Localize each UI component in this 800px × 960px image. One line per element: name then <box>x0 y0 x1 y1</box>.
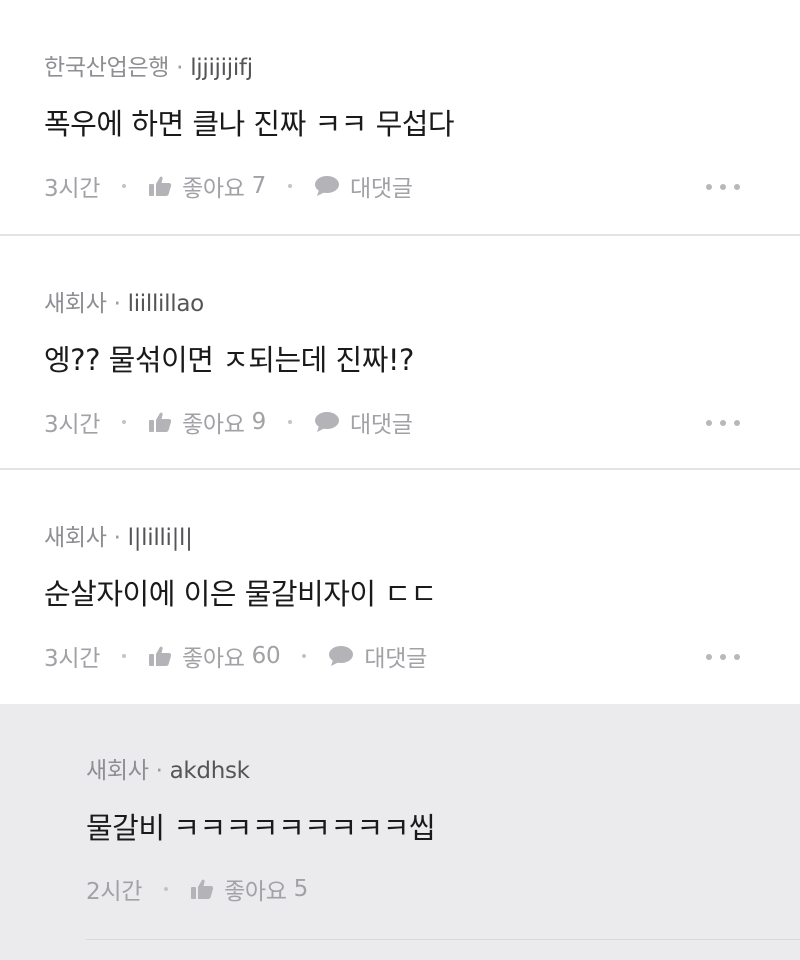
reply-button[interactable]: 대댓글 <box>314 405 413 439</box>
company-name: 새회사 <box>44 525 107 551</box>
more-dot <box>720 420 726 426</box>
like-label: 좋아요 <box>224 879 287 905</box>
more-button[interactable] <box>706 419 740 427</box>
separator-dot-icon <box>122 420 127 424</box>
like-count: 9 <box>251 409 267 435</box>
comment-item: 새회사 · liillillao 엥?? 물섞이면 ㅈ되는데 진짜!? 3시간 좋아… <box>0 236 800 470</box>
comment-time: 3시간 <box>44 176 101 202</box>
like-button[interactable]: 좋아요 9 <box>148 405 266 439</box>
username[interactable]: liillillao <box>128 291 205 317</box>
comment-meta: 새회사 · l|lilli|l| <box>44 518 193 552</box>
reply-text: 물갈비 ㅋㅋㅋㅋㅋㅋㅋㅋㅋ씹 <box>86 811 436 845</box>
comment-item: 새회사 · l|lilli|l| 순살자이에 이은 물갈비자이 ㄷㄷ 3시간 좋아요… <box>0 470 800 704</box>
reply-actions: 2시간 좋아요 5 <box>86 872 308 906</box>
reply-button[interactable]: 대댓글 <box>314 169 413 203</box>
separator-dot: · <box>113 525 121 551</box>
speech-bubble-icon <box>329 646 354 666</box>
like-label: 좋아요 <box>182 176 245 202</box>
more-button[interactable] <box>706 653 740 661</box>
reply-label: 대댓글 <box>350 176 413 202</box>
more-dot <box>734 654 740 660</box>
more-dot <box>734 420 740 426</box>
separator-dot: · <box>176 55 184 81</box>
comment-actions: 3시간 좋아요 9 대댓글 <box>44 405 413 439</box>
more-button[interactable] <box>706 183 740 191</box>
separator-dot-icon <box>122 184 127 188</box>
separator-dot-icon <box>302 654 307 658</box>
divider <box>86 939 800 940</box>
separator-dot-icon <box>164 887 169 891</box>
thumbs-up-icon <box>149 176 172 196</box>
reply-meta: 새회사 · akdhsk <box>86 751 250 785</box>
speech-bubble-icon <box>315 412 340 432</box>
separator-dot-icon <box>288 184 293 188</box>
comment-text: 폭우에 하면 클나 진짜 ㅋㅋ 무섭다 <box>44 107 455 141</box>
more-dots-icon <box>706 420 712 426</box>
more-dot <box>734 184 740 190</box>
company-name: 한국산업은행 <box>44 55 170 81</box>
like-count: 7 <box>251 173 267 199</box>
thumbs-up-icon <box>149 412 172 432</box>
comment-time: 3시간 <box>44 412 101 438</box>
reply-label: 대댓글 <box>364 646 427 672</box>
like-button[interactable]: 좋아요 60 <box>148 639 281 673</box>
comment-item: 한국산업은행 · ljjijijifj 폭우에 하면 클나 진짜 ㅋㅋ 무섭다 3시… <box>0 0 800 236</box>
reply-label: 대댓글 <box>350 412 413 438</box>
comment-actions: 3시간 좋아요 7 대댓글 <box>44 169 413 203</box>
company-name: 새회사 <box>44 291 107 317</box>
username[interactable]: akdhsk <box>170 758 250 784</box>
separator-dot: · <box>155 758 163 784</box>
like-label: 좋아요 <box>182 646 245 672</box>
separator-dot-icon <box>288 420 293 424</box>
separator-dot: · <box>113 291 121 317</box>
comment-meta: 새회사 · liillillao <box>44 284 204 318</box>
more-dot <box>720 184 726 190</box>
username[interactable]: l|lilli|l| <box>128 525 193 551</box>
separator-dot-icon <box>122 654 127 658</box>
thumbs-up-icon <box>191 879 214 899</box>
like-count: 5 <box>293 876 309 902</box>
thumbs-up-icon <box>149 646 172 666</box>
more-dots-icon <box>706 184 712 190</box>
reply-time: 2시간 <box>86 879 143 905</box>
more-dots-icon <box>706 654 712 660</box>
like-count: 60 <box>251 643 281 669</box>
reply-button[interactable]: 대댓글 <box>328 639 427 673</box>
comment-meta: 한국산업은행 · ljjijijifj <box>44 48 253 82</box>
like-button[interactable]: 좋아요 7 <box>148 169 266 203</box>
like-label: 좋아요 <box>182 412 245 438</box>
comment-text: 순살자이에 이은 물갈비자이 ㄷㄷ <box>44 577 437 611</box>
speech-bubble-icon <box>315 176 340 196</box>
more-dot <box>720 654 726 660</box>
company-name: 새회사 <box>86 758 149 784</box>
comment-text: 엥?? 물섞이면 ㅈ되는데 진짜!? <box>44 343 414 377</box>
username[interactable]: ljjijijifj <box>190 55 253 81</box>
like-button[interactable]: 좋아요 5 <box>190 872 308 906</box>
comment-time: 3시간 <box>44 646 101 672</box>
reply-item: 새회사 · akdhsk 물갈비 ㅋㅋㅋㅋㅋㅋㅋㅋㅋ씹 2시간 좋아요 5 <box>0 704 800 960</box>
comment-actions: 3시간 좋아요 60 대댓글 <box>44 639 427 673</box>
comment-list: 한국산업은행 · ljjijijifj 폭우에 하면 클나 진짜 ㅋㅋ 무섭다 3시… <box>0 0 800 960</box>
